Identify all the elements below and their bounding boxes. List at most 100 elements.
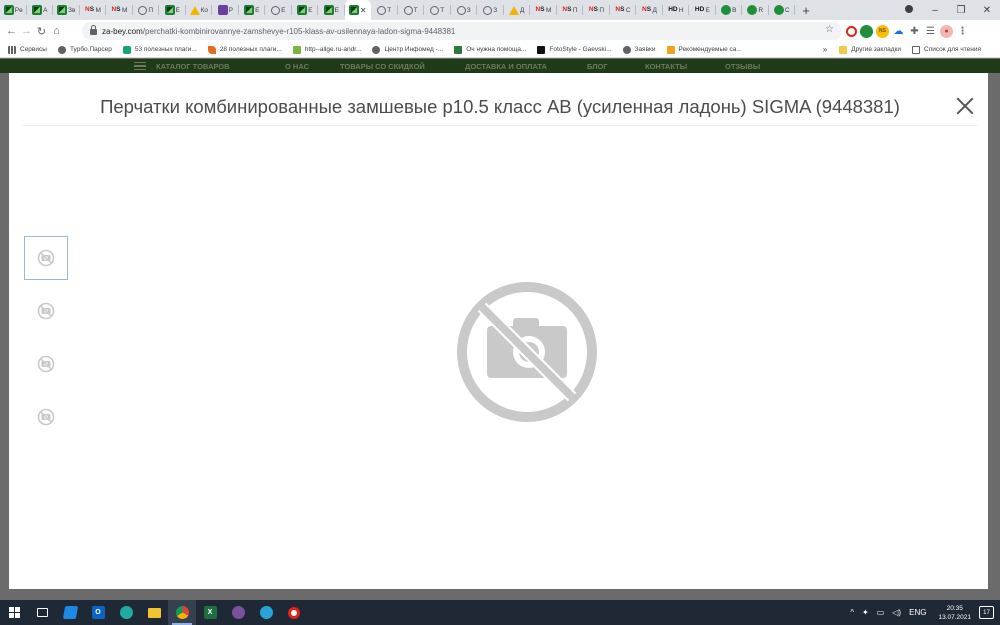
gallery-thumbnail[interactable] — [24, 342, 68, 386]
other-bookmarks-folder[interactable]: Другие закладки — [839, 45, 901, 54]
bookmark-item[interactable]: Рекомендуемые са... — [666, 45, 742, 54]
browser-tab[interactable]: NSС — [610, 0, 637, 20]
notification-center-icon[interactable]: 17 — [979, 606, 994, 619]
browser-tab[interactable]: Т — [371, 0, 398, 20]
close-window-button[interactable]: ✕ — [974, 5, 1000, 16]
browser-tab[interactable]: Pe — [0, 0, 27, 20]
site-nav-item[interactable]: Отзывы — [725, 62, 760, 71]
bookmark-star-icon[interactable]: ☆ — [825, 24, 834, 35]
site-nav-item[interactable]: Доставка и оплата — [465, 62, 547, 71]
yellow-extension-icon[interactable]: NS — [876, 24, 889, 38]
browser-tab[interactable]: NSП — [583, 0, 610, 20]
browser-tab[interactable]: З — [451, 0, 478, 20]
browser-tab[interactable]: С — [769, 0, 796, 20]
taskbar-edge[interactable] — [112, 600, 140, 625]
clock[interactable]: 20:35 13.07.2021 — [938, 604, 971, 622]
taskbar-viber[interactable] — [224, 600, 252, 625]
menu-kebab-icon[interactable]: ⋮ — [956, 25, 969, 38]
green-extension-icon[interactable] — [860, 24, 873, 38]
tray-chevron-up-icon[interactable]: ^ — [850, 608, 854, 617]
maximize-button[interactable]: ❐ — [948, 5, 974, 16]
volume-icon[interactable]: ◁) — [892, 608, 901, 617]
reading-list-button[interactable]: Список для чтения — [912, 45, 981, 54]
taskbar-opera[interactable] — [280, 600, 308, 625]
browser-tab-active[interactable]: ✕ — [344, 0, 371, 20]
bookmarks-overflow-button[interactable]: » — [823, 45, 827, 54]
lock-icon[interactable] — [90, 25, 97, 35]
browser-tab[interactable]: Е — [318, 0, 345, 20]
bookmark-item[interactable]: 28 полезных плаги... — [207, 45, 282, 54]
site-nav-item[interactable]: О нас — [285, 62, 309, 71]
browser-tab[interactable]: Т — [424, 0, 451, 20]
taskbar-visual-studio[interactable] — [56, 600, 84, 625]
browser-tab[interactable]: В — [716, 0, 743, 20]
url-text[interactable]: za-bey.com/perchatki-kombinirovannye-zam… — [102, 27, 455, 36]
language-indicator[interactable]: ENG — [909, 608, 926, 617]
browser-tab[interactable]: Е — [265, 0, 292, 20]
browser-tab[interactable]: R — [742, 0, 769, 20]
home-button[interactable]: ⌂ — [49, 21, 64, 41]
browser-tab[interactable]: Зв — [53, 0, 80, 20]
browser-tab[interactable]: Е — [239, 0, 266, 20]
start-button[interactable] — [0, 600, 28, 625]
forward-button[interactable]: → — [19, 21, 34, 41]
gallery-thumbnail[interactable] — [24, 236, 68, 280]
task-view-button[interactable] — [28, 600, 56, 625]
back-button[interactable]: ← — [4, 21, 19, 41]
catalog-menu-icon[interactable] — [134, 62, 146, 70]
browser-tab[interactable]: HD Е — [689, 0, 716, 20]
close-tab-icon[interactable]: ✕ — [360, 6, 367, 15]
bookmark-item[interactable]: Центр Инфомед -... — [372, 45, 443, 54]
taskbar-telegram[interactable] — [252, 600, 280, 625]
dropbox-icon[interactable]: ✦ — [862, 608, 869, 617]
browser-tab[interactable]: NSД — [636, 0, 663, 20]
browser-tab[interactable]: Е — [292, 0, 319, 20]
new-tab-button[interactable]: + — [795, 0, 817, 20]
browser-tab[interactable]: NSM — [530, 0, 557, 20]
bookmark-item[interactable]: Турбо.Парсер — [57, 45, 112, 54]
puzzle-extensions-icon[interactable]: ✚ — [908, 25, 921, 38]
profile-icon[interactable] — [896, 4, 922, 16]
gallery-thumbnail[interactable] — [24, 289, 68, 333]
browser-tab[interactable]: A — [27, 0, 54, 20]
site-nav-item[interactable]: Товары со скидкой — [340, 62, 425, 71]
browser-tab[interactable]: NSM — [80, 0, 107, 20]
tab-title: Т — [387, 6, 392, 14]
taskbar-file-explorer[interactable] — [140, 600, 168, 625]
browser-tab[interactable]: Т — [398, 0, 425, 20]
gallery-thumbnail[interactable] — [24, 395, 68, 439]
bookmark-item[interactable]: Оч нужна помоща... — [454, 45, 526, 54]
site-nav-item[interactable]: Каталог товаров — [156, 62, 230, 71]
browser-tab[interactable]: Ко — [186, 0, 213, 20]
network-icon[interactable]: ▭ — [877, 608, 885, 617]
taskbar-chrome[interactable] — [168, 600, 196, 625]
bookmark-item[interactable]: http--allge.ru-andr... — [292, 45, 361, 54]
close-modal-icon[interactable] — [955, 96, 975, 116]
minimize-button[interactable]: – — [922, 5, 948, 16]
browser-tab[interactable]: Е — [159, 0, 186, 20]
taskbar-outlook[interactable]: O — [84, 600, 112, 625]
reload-button[interactable]: ↻ — [34, 21, 49, 41]
browser-tab[interactable]: П — [133, 0, 160, 20]
bookmark-item[interactable]: Заявки — [622, 45, 656, 54]
cloud-extension-icon[interactable]: ☁ — [892, 25, 905, 38]
site-nav-item[interactable]: Блог — [587, 62, 608, 71]
browser-tab[interactable]: Д — [504, 0, 531, 20]
browser-tab[interactable]: NSП — [557, 0, 584, 20]
site-nav-item[interactable]: Контакты — [645, 62, 687, 71]
browser-tab[interactable]: HD Н — [663, 0, 690, 20]
taskbar-excel[interactable]: X — [196, 600, 224, 625]
tab-title: П — [148, 6, 154, 14]
reading-list-icon[interactable]: ☰ — [924, 25, 937, 38]
folder-icon — [839, 45, 848, 54]
bookmark-item[interactable]: FotoStyle - Gaevski... — [537, 45, 612, 54]
browser-tab[interactable]: Р — [212, 0, 239, 20]
opera-extension-icon[interactable] — [846, 25, 857, 37]
address-bar[interactable]: za-bey.com/perchatki-kombinirovannye-zam… — [82, 22, 842, 40]
no-photo-icon — [37, 355, 55, 373]
bookmark-item[interactable]: 53 полезных плаги... — [122, 45, 197, 54]
browser-tab[interactable]: З — [477, 0, 504, 20]
bookmark-item[interactable]: Сервисы — [8, 45, 47, 54]
browser-tab[interactable]: NSM — [106, 0, 133, 20]
avatar-icon[interactable]: ● — [940, 24, 953, 38]
